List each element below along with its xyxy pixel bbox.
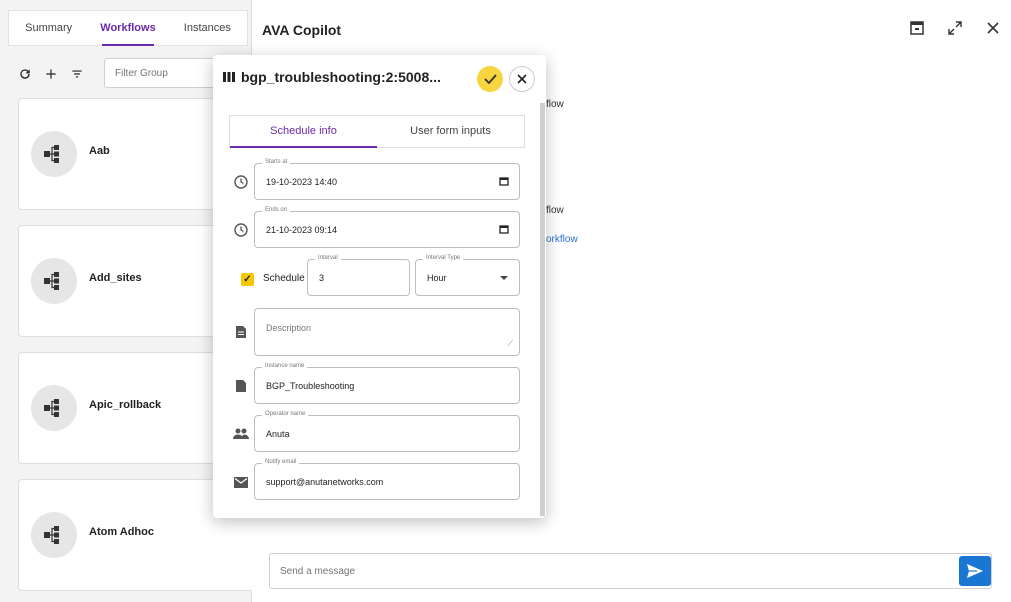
interval-type-value: Hour: [427, 273, 447, 283]
workflow-name: Aab: [89, 145, 110, 157]
tab-user-form-inputs[interactable]: User form inputs: [377, 116, 524, 147]
interval-value: 3: [319, 273, 325, 283]
workflow-icon: [31, 512, 77, 558]
description-textarea[interactable]: Description ⟋: [254, 308, 520, 356]
dialog-tabs: Schedule info User form inputs: [229, 115, 525, 148]
close-icon[interactable]: [983, 18, 1003, 38]
document-icon: [233, 324, 249, 340]
clock-icon: [233, 222, 249, 238]
notify-email-value: support@anutanetworks.com: [266, 477, 384, 487]
notify-email-label: Notify email: [262, 459, 300, 465]
starts-at-label: Starts at: [262, 159, 291, 165]
calendar-icon[interactable]: [499, 176, 509, 186]
instance-name-field[interactable]: Instance name BGP_Troubleshooting: [254, 363, 520, 404]
send-button[interactable]: [959, 556, 991, 586]
check-icon: [483, 74, 497, 84]
chat-link[interactable]: orkflow: [546, 234, 578, 245]
email-icon: [233, 474, 249, 490]
starts-at-field[interactable]: Starts at 19-10-2023 14:40: [254, 159, 520, 200]
interval-type-label: Interval Type: [423, 255, 464, 261]
workflow-name: Add_sites: [89, 272, 142, 284]
ends-on-field[interactable]: Ends on 21-10-2023 09:14: [254, 207, 520, 248]
refresh-icon[interactable]: [12, 61, 38, 87]
confirm-button[interactable]: [477, 66, 503, 92]
starts-at-value: 19-10-2023 14:40: [266, 177, 338, 187]
open-in-panel-icon[interactable]: [907, 18, 927, 38]
copilot-header-actions: [907, 18, 1003, 38]
dialog-scrollbar[interactable]: [540, 103, 545, 516]
close-icon: [517, 74, 527, 84]
interval-field[interactable]: Interval 3: [307, 255, 410, 296]
workflow-icon: [31, 258, 77, 304]
ends-on-value: 21-10-2023 09:14: [266, 225, 338, 235]
schedule-label: Schedule: [263, 273, 305, 284]
dialog-title: bgp_troubleshooting:2:5008...: [241, 69, 441, 85]
chat-fragment: flow: [546, 205, 564, 216]
dialog-close-button[interactable]: [509, 66, 535, 92]
description-placeholder: Description: [266, 323, 312, 333]
dialog-header: bgp_troubleshooting:2:5008...: [223, 69, 441, 85]
filter-icon[interactable]: [64, 61, 90, 87]
columns-icon: [223, 72, 235, 82]
plus-icon[interactable]: [38, 61, 64, 87]
calendar-icon[interactable]: [499, 224, 509, 234]
operator-name-value: Anuta: [266, 429, 290, 439]
tab-instances[interactable]: Instances: [168, 10, 247, 46]
tab-schedule-info[interactable]: Schedule info: [230, 116, 377, 148]
operator-name-label: Operator name: [262, 411, 309, 417]
tab-workflows[interactable]: Workflows: [88, 10, 167, 46]
workflow-icon: [31, 385, 77, 431]
app-root: Summary Workflows Instances Aab: [0, 0, 1011, 602]
operator-name-field[interactable]: Operator name Anuta: [254, 411, 520, 452]
chevron-down-icon: [500, 276, 508, 280]
schedule-checkbox[interactable]: ✓: [241, 273, 254, 286]
ends-on-label: Ends on: [262, 207, 291, 213]
chat-fragment: flow: [546, 99, 564, 110]
interval-label: Interval: [315, 255, 341, 261]
instance-name-value: BGP_Troubleshooting: [266, 381, 355, 391]
workflow-name: Apic_rollback: [89, 399, 162, 411]
left-tabs: Summary Workflows Instances: [8, 10, 248, 46]
notify-email-field[interactable]: Notify email support@anutanetworks.com: [254, 459, 520, 500]
workflow-icon: [31, 131, 77, 177]
message-input[interactable]: [269, 553, 992, 589]
schedule-dialog: bgp_troubleshooting:2:5008... Schedule i…: [213, 55, 546, 518]
copilot-title: AVA Copilot: [262, 22, 342, 38]
workflow-name: Atom Adhoc: [89, 526, 154, 538]
interval-type-select[interactable]: Interval Type Hour: [415, 255, 520, 296]
expand-icon[interactable]: [945, 18, 965, 38]
resize-handle-icon[interactable]: ⟋: [507, 339, 513, 349]
send-icon: [967, 564, 983, 578]
tab-summary[interactable]: Summary: [9, 10, 88, 46]
instance-name-label: Instance name: [262, 363, 308, 369]
people-icon: [233, 426, 249, 442]
clock-icon: [233, 174, 249, 190]
file-icon: [233, 378, 249, 394]
